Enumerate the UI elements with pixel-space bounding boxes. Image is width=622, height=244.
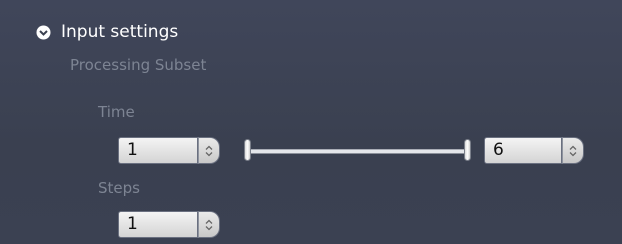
time-start-spinbox[interactable]: 1 [118, 137, 220, 164]
steps-spin-buttons[interactable] [198, 211, 220, 238]
time-start-spin-buttons[interactable] [198, 137, 220, 164]
time-label: Time [98, 103, 135, 121]
spin-arrows-icon [205, 219, 213, 230]
spin-arrows-icon [205, 145, 213, 156]
steps-label: Steps [98, 179, 140, 197]
slider-end-handle[interactable] [464, 139, 471, 161]
time-start-input[interactable]: 1 [118, 137, 198, 164]
steps-spinbox[interactable]: 1 [118, 211, 220, 238]
chevron-down-circle-icon[interactable] [36, 25, 51, 40]
processing-subset-label: Processing Subset [70, 56, 207, 74]
time-end-spinbox[interactable]: 6 [484, 137, 584, 164]
slider-track[interactable] [250, 149, 465, 154]
steps-input[interactable]: 1 [118, 211, 198, 238]
input-settings-panel: Input settings Processing Subset Time 1 … [0, 0, 622, 244]
section-title: Input settings [61, 22, 179, 42]
time-range-slider[interactable] [244, 137, 471, 164]
spin-arrows-icon [569, 145, 577, 156]
section-header[interactable]: Input settings [36, 18, 178, 46]
slider-start-handle[interactable] [244, 139, 251, 161]
time-end-input[interactable]: 6 [484, 137, 562, 164]
time-end-spin-buttons[interactable] [562, 137, 584, 164]
